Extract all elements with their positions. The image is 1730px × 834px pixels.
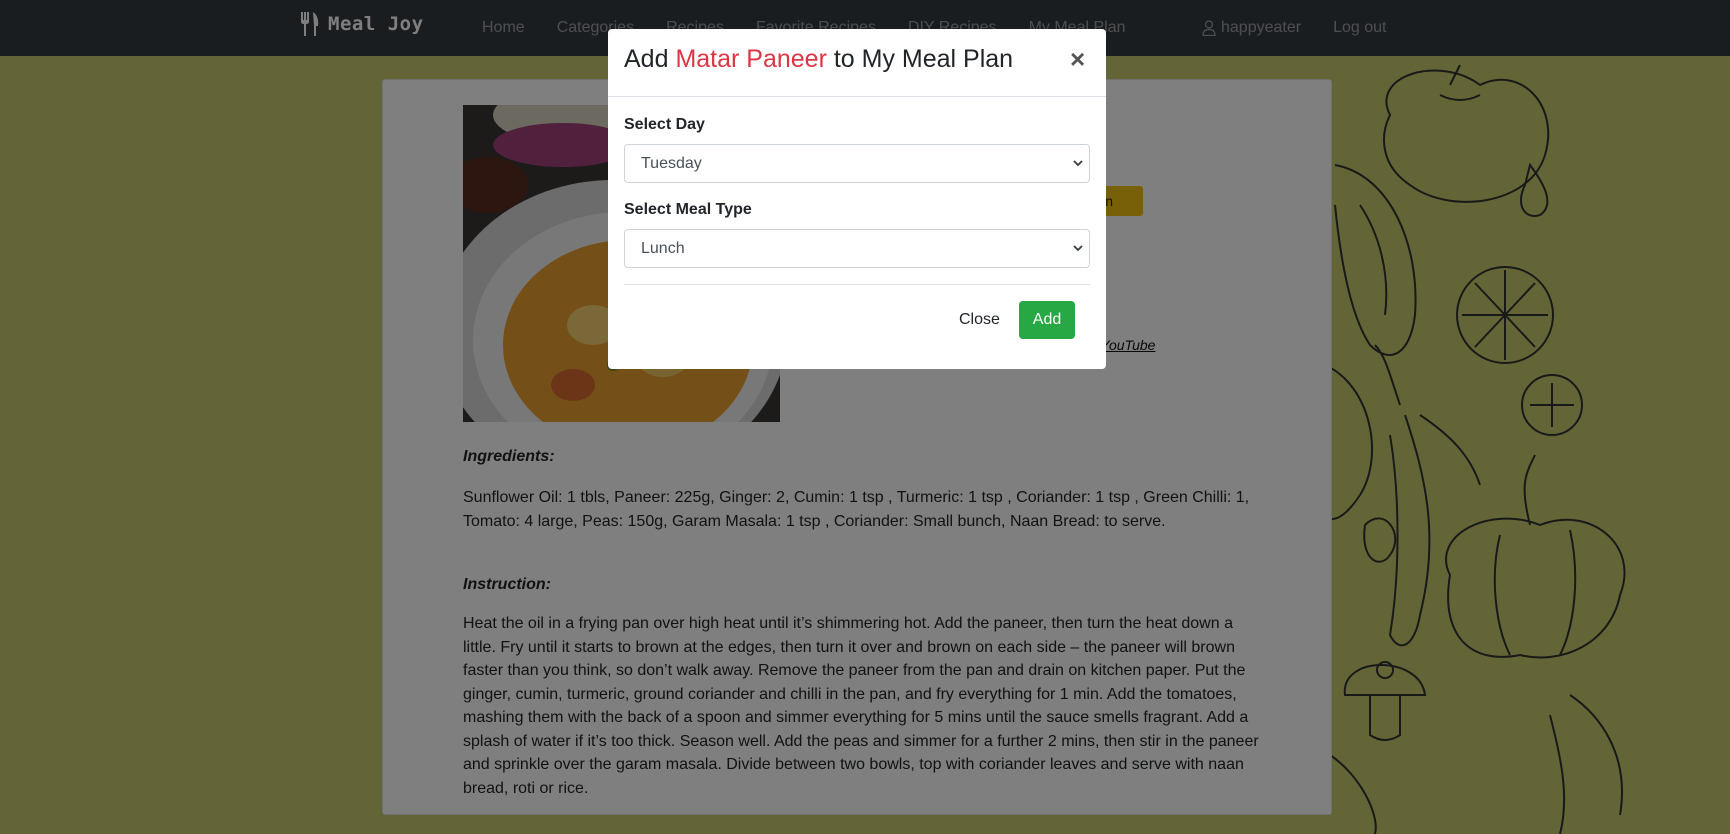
modal-title: Add Matar Paneer to My Meal Plan — [624, 45, 1013, 74]
modal-divider — [624, 284, 1090, 285]
recipe-name-highlight: Matar Paneer — [675, 45, 827, 73]
day-select[interactable]: Tuesday — [624, 144, 1090, 183]
day-select-value: Tuesday — [641, 155, 702, 172]
meal-type-select[interactable]: Lunch — [624, 229, 1090, 268]
add-button[interactable]: Add — [1019, 301, 1075, 339]
title-prefix: Add — [624, 45, 676, 73]
select-day-label: Select Day — [624, 116, 705, 133]
chevron-down-icon — [1073, 160, 1083, 167]
close-button[interactable]: Close — [959, 311, 1000, 329]
add-to-meal-plan-modal: Add Matar Paneer to My Meal Plan × Selec… — [608, 29, 1106, 369]
select-meal-type-label: Select Meal Type — [624, 201, 752, 218]
modal-header: Add Matar Paneer to My Meal Plan × — [608, 29, 1106, 97]
title-suffix: to My Meal Plan — [826, 45, 1014, 73]
close-icon[interactable]: × — [1070, 46, 1085, 72]
chevron-down-icon — [1073, 245, 1083, 252]
meal-type-select-value: Lunch — [641, 240, 685, 257]
